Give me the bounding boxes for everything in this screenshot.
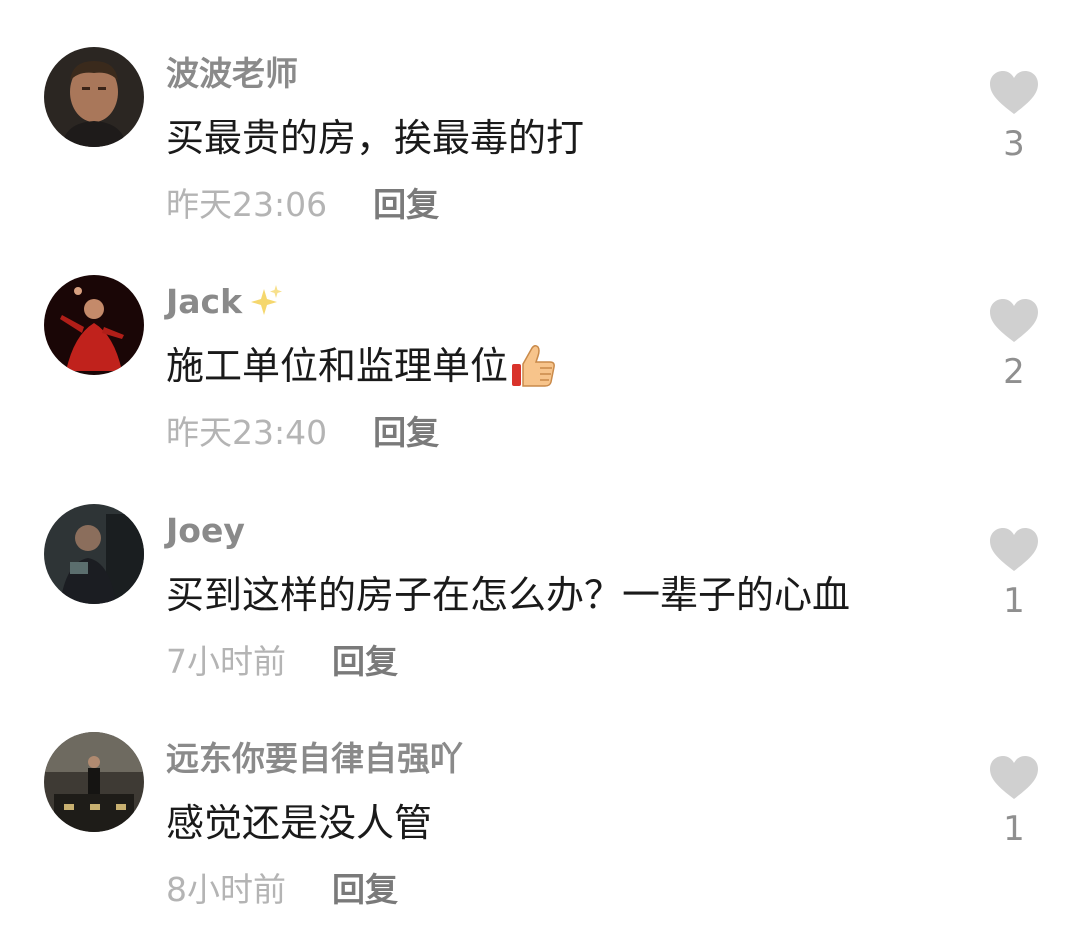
reply-button[interactable]: 回复 bbox=[332, 640, 398, 684]
comment-item: 远东你要自律自强吖 感觉还是没人管 8小时前 回复 1 bbox=[0, 685, 1080, 909]
like-count: 1 bbox=[1003, 581, 1025, 621]
comment-text-content: 施工单位和监理单位 bbox=[166, 344, 509, 388]
avatar-image bbox=[44, 732, 144, 832]
like-count: 2 bbox=[1003, 352, 1025, 392]
avatar-image bbox=[44, 275, 144, 375]
username[interactable]: Jack bbox=[166, 280, 286, 324]
comment-item: 波波老师 买最贵的房，挨最毒的打 昨天23:06 回复 3 bbox=[0, 0, 1080, 224]
timestamp: 8小时前 bbox=[166, 870, 286, 909]
avatar[interactable] bbox=[44, 504, 144, 604]
username-text: 波波老师 bbox=[166, 54, 298, 93]
username[interactable]: 波波老师 bbox=[166, 52, 298, 96]
avatar[interactable] bbox=[44, 275, 144, 375]
like-count: 1 bbox=[1003, 809, 1025, 849]
thumbs-up-icon bbox=[512, 344, 555, 387]
timestamp: 昨天23:40 bbox=[166, 413, 328, 452]
reply-button[interactable]: 回复 bbox=[332, 868, 398, 912]
like-count: 3 bbox=[1003, 124, 1025, 164]
like-button[interactable]: 1 bbox=[984, 527, 1044, 627]
like-button[interactable]: 2 bbox=[984, 298, 1044, 398]
reply-button[interactable]: 回复 bbox=[373, 183, 439, 227]
comment-text: 买最贵的房，挨最毒的打 bbox=[166, 114, 584, 162]
like-button[interactable]: 3 bbox=[984, 70, 1044, 170]
comment-text: 施工单位和监理单位 bbox=[166, 342, 558, 390]
comment-text-content: 买最贵的房，挨最毒的打 bbox=[166, 116, 585, 160]
avatar[interactable] bbox=[44, 732, 144, 832]
avatar-image bbox=[44, 504, 144, 604]
comment-text: 买到这样的房子在怎么办？一辈子的心血 bbox=[166, 571, 850, 619]
avatar[interactable] bbox=[44, 47, 144, 147]
comment-text-content: 买到这样的房子在怎么办？一辈子的心血 bbox=[166, 573, 851, 617]
timestamp: 昨天23:06 bbox=[166, 185, 328, 224]
heart-icon[interactable] bbox=[988, 527, 1040, 573]
comment-item: Jack 施工单位和监理单位 昨天23:40 回复 2 bbox=[0, 228, 1080, 452]
username[interactable]: Joey bbox=[166, 509, 245, 553]
comment-text-content: 感觉还是没人管 bbox=[166, 801, 433, 845]
username[interactable]: 远东你要自律自强吖 bbox=[166, 737, 463, 781]
comment-meta: 8小时前 回复 bbox=[166, 868, 398, 912]
heart-icon[interactable] bbox=[988, 298, 1040, 344]
comment-list: 波波老师 买最贵的房，挨最毒的打 昨天23:06 回复 3 Jack 施工单位和… bbox=[0, 0, 1080, 949]
username-text: Joey bbox=[166, 511, 245, 550]
heart-icon[interactable] bbox=[988, 70, 1040, 116]
username-text: 远东你要自律自强吖 bbox=[166, 739, 463, 778]
heart-icon[interactable] bbox=[988, 755, 1040, 801]
sparkle-icon bbox=[251, 285, 283, 315]
comment-item: Joey 买到这样的房子在怎么办？一辈子的心血 7小时前 回复 1 bbox=[0, 457, 1080, 681]
timestamp: 7小时前 bbox=[166, 642, 286, 681]
avatar-image bbox=[44, 47, 144, 147]
comment-meta: 7小时前 回复 bbox=[166, 640, 398, 684]
comment-meta: 昨天23:06 回复 bbox=[166, 183, 439, 227]
username-text: Jack bbox=[166, 282, 243, 321]
comment-text: 感觉还是没人管 bbox=[166, 799, 432, 847]
reply-button[interactable]: 回复 bbox=[373, 411, 439, 455]
comment-meta: 昨天23:40 回复 bbox=[166, 411, 439, 455]
like-button[interactable]: 1 bbox=[984, 755, 1044, 855]
